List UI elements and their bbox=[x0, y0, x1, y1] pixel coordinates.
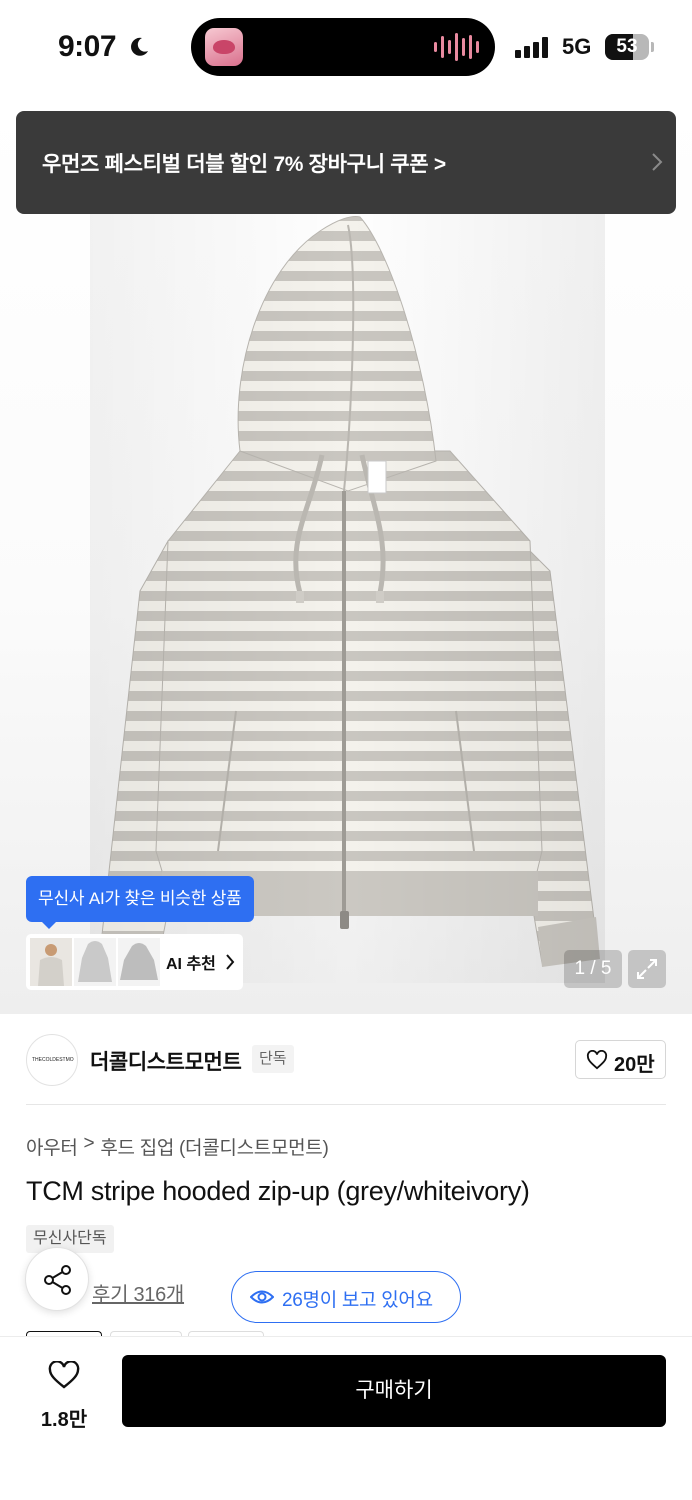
heart-icon bbox=[586, 1050, 608, 1070]
image-page-counter: 1 / 5 bbox=[564, 950, 622, 988]
buy-button[interactable]: 구매하기 bbox=[122, 1355, 666, 1427]
brand-logo-text: THECOLDESTMOMENT bbox=[32, 1057, 74, 1063]
ai-thumbnail[interactable] bbox=[118, 938, 160, 986]
breadcrumb-subcategory[interactable]: 후드 집업 (더콜디스트모먼트) bbox=[100, 1133, 328, 1160]
expand-icon bbox=[637, 959, 657, 979]
dynamic-island[interactable] bbox=[191, 18, 495, 76]
review-link[interactable]: 후기 316개 bbox=[92, 1278, 184, 1307]
product-image-gallery[interactable]: 우먼즈 페스티벌 더블 할인 7% 장바구니 쿠폰 > 무신사 AI가 찾은 비… bbox=[0, 96, 692, 1014]
viewers-text: 26명이 보고 있어요 bbox=[282, 1290, 433, 1311]
audio-wave-icon bbox=[434, 32, 479, 62]
breadcrumb-separator: > bbox=[83, 1133, 95, 1154]
ai-recommendation-strip[interactable]: AI 추천 bbox=[26, 934, 243, 990]
product-title: TCM stripe hooded zip-up (grey/whiteivor… bbox=[26, 1176, 530, 1206]
moon-icon bbox=[131, 37, 148, 56]
cellular-signal-icon bbox=[515, 36, 548, 58]
status-bar: 9:07 5G 53 bbox=[0, 0, 692, 96]
breadcrumb-category[interactable]: 아우터 bbox=[26, 1133, 78, 1160]
breadcrumb: 아우터 > 후드 집업 (더콜디스트모먼트) bbox=[26, 1133, 329, 1160]
brand-logo[interactable]: THECOLDESTMOMENT bbox=[26, 1034, 78, 1086]
heart-icon bbox=[48, 1361, 80, 1389]
divider bbox=[26, 1104, 666, 1105]
battery-icon: 53 bbox=[605, 34, 649, 60]
now-playing-artwork bbox=[205, 28, 243, 66]
bottom-action-bar: 1.8만 구매하기 bbox=[0, 1336, 692, 1500]
chevron-right-icon bbox=[652, 153, 663, 171]
status-time: 9:07 bbox=[58, 30, 117, 63]
coupon-banner-text: 우먼즈 페스티벌 더블 할인 7% 장바구니 쿠폰 > bbox=[42, 153, 446, 176]
ai-recommendation-label: AI 추천 bbox=[166, 956, 216, 973]
ai-thumbnail[interactable] bbox=[74, 938, 116, 986]
ai-thumbnail[interactable] bbox=[30, 938, 72, 986]
share-button[interactable] bbox=[25, 1247, 89, 1311]
ai-recommendation-tooltip: 무신사 AI가 찾은 비슷한 상품 bbox=[26, 876, 254, 929]
chevron-right-icon bbox=[226, 954, 235, 970]
network-type: 5G bbox=[562, 34, 592, 59]
wishlist-count: 1.8만 bbox=[40, 1409, 88, 1431]
brand-like-count: 20만 bbox=[614, 1054, 655, 1076]
eye-icon bbox=[250, 1290, 274, 1304]
wishlist-button[interactable]: 1.8만 bbox=[30, 1357, 98, 1431]
brand-like-button[interactable]: 20만 bbox=[575, 1040, 666, 1079]
brand-name[interactable]: 더콜디스트모먼트 bbox=[90, 1046, 242, 1076]
expand-image-button[interactable] bbox=[628, 950, 666, 988]
exclusive-tag: 단독 bbox=[252, 1045, 294, 1073]
battery-level: 53 bbox=[616, 36, 638, 57]
viewers-indicator: 26명이 보고 있어요 bbox=[231, 1271, 461, 1323]
coupon-banner[interactable]: 우먼즈 페스티벌 더블 할인 7% 장바구니 쿠폰 > bbox=[16, 111, 676, 214]
share-icon bbox=[44, 1265, 71, 1295]
battery-tip bbox=[651, 42, 654, 52]
product-image[interactable] bbox=[90, 211, 605, 983]
